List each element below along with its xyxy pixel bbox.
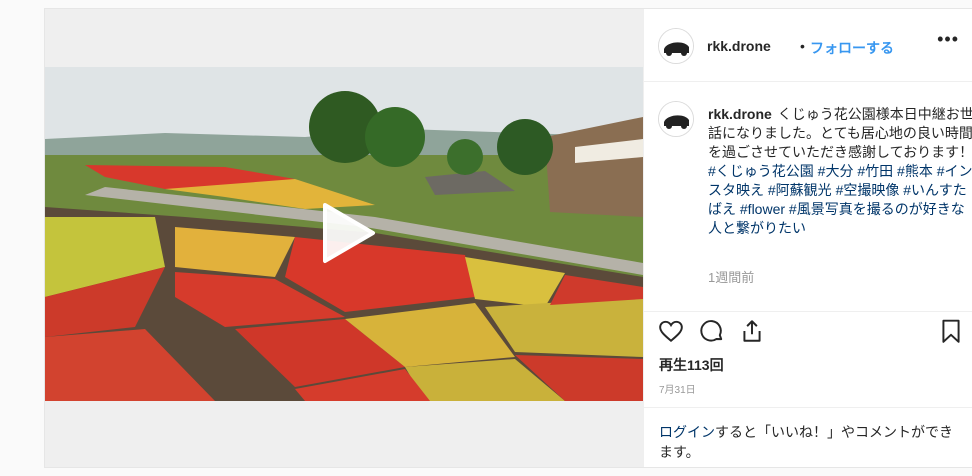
play-count[interactable]: 再生113回 <box>659 355 724 375</box>
post-date[interactable]: 7月31日 <box>659 381 696 396</box>
post-header: rkk.drone • フォローする ••• <box>644 9 972 82</box>
username[interactable]: rkk.drone <box>707 38 771 54</box>
caption-hashtags[interactable]: #くじゅう花公園 #大分 #竹田 #熊本 #インスタ映え #阿蘇観光 #空撮映像… <box>708 163 972 236</box>
avatar[interactable] <box>658 101 694 137</box>
heart-icon[interactable] <box>658 318 684 344</box>
comment-icon[interactable] <box>699 318 725 344</box>
video-player[interactable] <box>45 67 643 401</box>
post-timestamp[interactable]: 1週間前 <box>708 267 754 286</box>
login-prompt: ログインすると「いいね！」やコメントができます。 <box>644 407 972 476</box>
login-link[interactable]: ログイン <box>659 424 715 440</box>
media-area <box>45 9 643 467</box>
caption-username[interactable]: rkk.drone <box>708 106 772 122</box>
avatar[interactable] <box>658 28 694 64</box>
share-icon[interactable] <box>739 318 765 344</box>
post-side-panel: rkk.drone • フォローする ••• rkk.drone くじゅう花公園… <box>643 9 972 467</box>
caption-text-block: rkk.drone くじゅう花公園様本日中継お世話になりました。とても居心地の良… <box>708 105 972 238</box>
separator-dot: • <box>800 38 805 54</box>
follow-button[interactable]: フォローする <box>810 38 894 58</box>
caption-comment: rkk.drone くじゅう花公園様本日中継お世話になりました。とても居心地の良… <box>644 81 972 313</box>
bookmark-icon[interactable] <box>938 318 964 344</box>
post-card: rkk.drone • フォローする ••• rkk.drone くじゅう花公園… <box>44 8 972 468</box>
play-icon[interactable] <box>311 199 379 267</box>
action-bar <box>644 311 972 352</box>
more-options-icon[interactable]: ••• <box>937 29 959 50</box>
